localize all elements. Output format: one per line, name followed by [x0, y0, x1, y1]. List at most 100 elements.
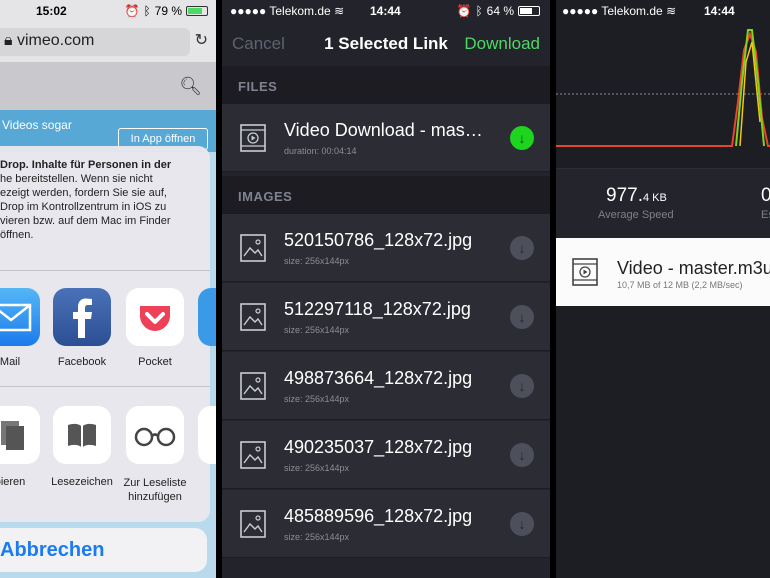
- status-bar: ●●●●● Telekom.de ≋ 14:44 ⏰ ᛒ 64 %: [222, 0, 550, 22]
- share-label-pocket: Pocket: [138, 356, 172, 368]
- facebook-share-icon[interactable]: [53, 288, 111, 346]
- status-time: 14:44: [370, 4, 401, 18]
- activity-sheet: Drop. Inhalte für Personen in der he ber…: [0, 146, 216, 522]
- status-carrier: ●●●●● Telekom.de ≋: [562, 4, 677, 18]
- images-section-header: IMAGES: [222, 176, 550, 214]
- image-title: 498873664_128x72.jpg: [284, 368, 473, 388]
- airdrop-line: öffnen.: [0, 229, 34, 241]
- more-action-icon[interactable]: [198, 406, 216, 464]
- airdrop-line: Drop. Inhalte für Personen in der: [0, 159, 172, 171]
- download-arrow-icon[interactable]: ↓: [510, 236, 534, 260]
- share-sheet-panel: 15:02 ⏰ ᛒ 79 % 🔒︎ vimeo.com ↻ 🔍︎ Videos …: [0, 0, 216, 578]
- image-row[interactable]: 490235037_128x72.jpg size: 256x144px ↓: [222, 421, 550, 489]
- divider: [0, 386, 210, 387]
- status-carrier: ●●●●● Telekom.de ≋: [230, 4, 345, 18]
- image-title: 512297118_128x72.jpg: [284, 299, 471, 319]
- status-bar: ●●●●● Telekom.de ≋ 14:44: [556, 0, 770, 22]
- speed-graph: [556, 29, 770, 147]
- image-size: size: 256x144px: [284, 463, 350, 473]
- cancel-button[interactable]: Abbrechen: [0, 528, 207, 572]
- image-title: 490235037_128x72.jpg: [284, 437, 473, 457]
- status-bar: 15:02 ⏰ ᛒ 79 %: [0, 0, 216, 22]
- image-file-icon: [240, 372, 266, 400]
- web-header: 🔍︎: [0, 62, 216, 110]
- url-bar: 🔒︎ vimeo.com: [0, 22, 216, 62]
- bookmark-action-icon[interactable]: [53, 406, 111, 464]
- file-title: Video Download - mas…: [284, 120, 483, 140]
- action-label-bookmark: Lesezeichen: [51, 476, 113, 488]
- action-label-reading-list: Zur Leseliste hinzufügen: [123, 477, 187, 503]
- image-file-icon: [240, 510, 266, 538]
- video-file-icon: [572, 258, 598, 286]
- battery-percent: 79 %: [154, 4, 182, 18]
- second-stat-label: Es: [761, 209, 770, 221]
- download-arrow-icon[interactable]: ↓: [510, 374, 534, 398]
- lock-icon: 🔒︎: [4, 32, 13, 49]
- search-icon[interactable]: 🔍︎: [179, 76, 202, 97]
- web-banner-text: Videos sogar: [2, 118, 72, 132]
- download-title: Video - master.m3u: [617, 258, 770, 278]
- airdrop-line: Drop im Kontrollzentrum in iOS zu: [0, 201, 167, 213]
- nav-cancel-button[interactable]: Cancel: [232, 34, 285, 54]
- download-progress-text: 10,7 MB of 12 MB (2,2 MB/sec): [617, 280, 743, 290]
- download-arrow-icon[interactable]: ↓: [510, 512, 534, 536]
- address-field[interactable]: 🔒︎ vimeo.com: [0, 28, 190, 56]
- image-row[interactable]: 498873664_128x72.jpg size: 256x144px ↓: [222, 352, 550, 420]
- share-label-mail: Mail: [0, 356, 21, 368]
- image-row[interactable]: 485889596_128x72.jpg size: 256x144px ↓: [222, 490, 550, 558]
- download-arrow-icon[interactable]: ↓: [510, 443, 534, 467]
- url-text: vimeo.com: [16, 32, 95, 49]
- download-progress-panel: ●●●●● Telekom.de ≋ 14:44 977.4 KB Averag…: [556, 0, 770, 578]
- airdrop-description: Drop. Inhalte für Personen in der he ber…: [0, 158, 200, 242]
- more-share-icon[interactable]: [198, 288, 216, 346]
- average-speed-label: Average Speed: [598, 209, 674, 221]
- status-right: ⏰ ᛒ 64 %: [456, 4, 540, 18]
- bluetooth-icon: ᛒ: [475, 4, 483, 18]
- image-size: size: 256x144px: [284, 325, 350, 335]
- image-size: size: 256x144px: [284, 394, 350, 404]
- speed-stats: 977.4 KB Average Speed 0 Es: [556, 168, 770, 238]
- alarm-icon: ⏰: [124, 4, 140, 18]
- file-duration: duration: 00:04:14: [284, 146, 357, 156]
- image-row[interactable]: 512297118_128x72.jpg size: 256x144px ↓: [222, 283, 550, 351]
- download-item[interactable]: Video - master.m3u 10,7 MB of 12 MB (2,2…: [556, 238, 770, 306]
- status-time: 14:44: [704, 4, 735, 18]
- divider: [0, 270, 210, 271]
- battery-percent: 64 %: [486, 4, 514, 18]
- download-arrow-icon[interactable]: ↓: [510, 305, 534, 329]
- download-arrow-icon[interactable]: ↓: [510, 126, 534, 150]
- alarm-icon: ⏰: [456, 4, 472, 18]
- reading-list-action-icon[interactable]: [126, 406, 184, 464]
- second-stat-value: 0: [761, 185, 770, 206]
- action-label-copy: pieren: [0, 476, 26, 488]
- image-file-icon: [240, 441, 266, 469]
- wifi-icon: ≋: [334, 4, 345, 18]
- image-title: 520150786_128x72.jpg: [284, 230, 473, 250]
- mail-share-icon[interactable]: [0, 288, 40, 346]
- nav-download-button[interactable]: Download: [464, 34, 540, 54]
- pocket-share-icon[interactable]: [126, 288, 184, 346]
- image-file-icon: [240, 234, 266, 262]
- status-time: 15:02: [36, 4, 67, 18]
- share-label-facebook: Facebook: [57, 356, 107, 368]
- average-speed-value: 977.4 KB: [606, 185, 667, 206]
- status-right: ⏰ ᛒ 79 %: [124, 4, 208, 18]
- battery-icon: [518, 6, 540, 16]
- airdrop-line: he bereitstellen. Wenn sie nicht: [0, 173, 153, 185]
- airdrop-line: vieren bzw. auf dem Mac im Finder: [0, 215, 171, 227]
- file-row[interactable]: Video Download - mas… duration: 00:04:14…: [222, 104, 550, 172]
- image-size: size: 256x144px: [284, 532, 350, 542]
- image-file-icon: [240, 303, 266, 331]
- copy-action-icon[interactable]: [0, 406, 40, 464]
- files-section-header: FILES: [222, 66, 550, 104]
- wifi-icon: ≋: [666, 4, 677, 18]
- image-title: 485889596_128x72.jpg: [284, 506, 473, 526]
- battery-icon: [186, 6, 208, 16]
- image-size: size: 256x144px: [284, 256, 350, 266]
- nav-bar: 1 Selected Link Cancel Download: [222, 22, 550, 66]
- airdrop-line: ezeigt werden, fordern Sie sie auf,: [0, 187, 167, 199]
- reload-icon[interactable]: ↻: [195, 30, 208, 50]
- image-row[interactable]: 520150786_128x72.jpg size: 256x144px ↓: [222, 214, 550, 282]
- bluetooth-icon: ᛒ: [143, 4, 151, 18]
- link-selection-panel: ●●●●● Telekom.de ≋ 14:44 ⏰ ᛒ 64 % 1 Sele…: [222, 0, 550, 578]
